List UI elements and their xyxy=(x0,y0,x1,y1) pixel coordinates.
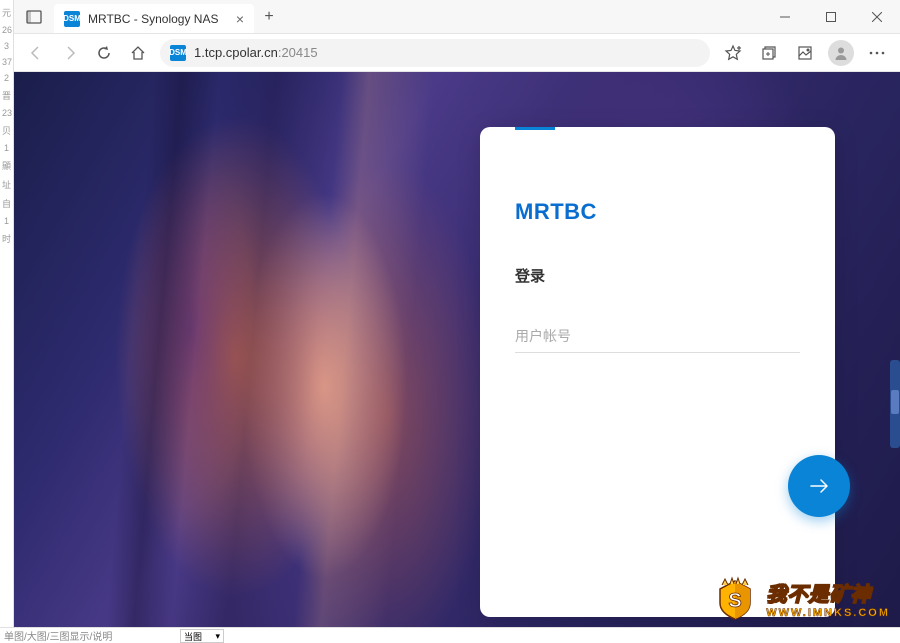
status-text: 单图/大图/三图显示/说明 xyxy=(4,628,112,643)
minimize-button[interactable] xyxy=(762,0,808,33)
url-input[interactable]: DSM 1.tcp.cpolar.cn:20415 xyxy=(160,39,710,67)
tab-title: MRTBC - Synology NAS xyxy=(88,12,218,26)
card-accent-bar xyxy=(515,127,555,130)
close-window-button[interactable] xyxy=(854,0,900,33)
tab-favicon: DSM xyxy=(64,11,80,27)
watermark-text: 我不是矿神 WWW.IMNKS.COM xyxy=(766,578,890,619)
login-heading: 登录 xyxy=(515,265,800,286)
window-controls xyxy=(762,0,900,33)
login-card: MRTBC 登录 xyxy=(480,127,835,617)
username-field-wrap xyxy=(515,328,800,353)
collections-icon[interactable] xyxy=(756,40,782,66)
username-input[interactable] xyxy=(515,328,800,344)
favorites-icon[interactable] xyxy=(720,40,746,66)
watermark-badge-icon: S xyxy=(712,575,758,621)
more-menu-icon[interactable] xyxy=(864,40,890,66)
url-favicon: DSM xyxy=(170,45,186,61)
refresh-button[interactable] xyxy=(92,41,116,65)
close-tab-icon[interactable]: × xyxy=(236,11,244,27)
home-button[interactable] xyxy=(126,41,150,65)
chevron-down-icon: ▾ xyxy=(215,631,220,642)
submit-button[interactable] xyxy=(788,455,850,517)
watermark-cn: 我不是矿神 xyxy=(766,578,890,607)
browser-window: DSM MRTBC - Synology NAS × + DSM 1.tcp.c… xyxy=(14,0,900,643)
titlebar: DSM MRTBC - Synology NAS × + xyxy=(14,0,900,34)
url-host: 1.tcp.cpolar.cn:20415 xyxy=(194,45,318,60)
ide-status-bar: 单图/大图/三图显示/说明 xyxy=(0,627,900,643)
status-dropdown[interactable]: 当图▾ xyxy=(180,629,224,643)
watermark: S 我不是矿神 WWW.IMNKS.COM xyxy=(712,575,890,621)
watermark-url: WWW.IMNKS.COM xyxy=(766,607,890,619)
brand-title: MRTBC xyxy=(515,199,800,225)
page-content: MRTBC 登录 S 我不是矿神 WWW.IMNKS.COM xyxy=(14,72,900,643)
tab-actions-icon[interactable] xyxy=(14,0,54,33)
new-tab-button[interactable]: + xyxy=(254,0,284,33)
address-bar: DSM 1.tcp.cpolar.cn:20415 xyxy=(14,34,900,72)
scrollbar-thumb[interactable] xyxy=(891,390,899,414)
ide-gutter: 元263372晋23贝1顯址自1时 xyxy=(0,0,14,643)
forward-button[interactable] xyxy=(58,41,82,65)
back-button[interactable] xyxy=(24,41,48,65)
right-scrollbar[interactable] xyxy=(890,360,900,448)
browser-tab[interactable]: DSM MRTBC - Synology NAS × xyxy=(54,4,254,33)
reading-mode-icon[interactable] xyxy=(792,40,818,66)
profile-avatar[interactable] xyxy=(828,40,854,66)
svg-text:S: S xyxy=(729,590,742,612)
maximize-button[interactable] xyxy=(808,0,854,33)
